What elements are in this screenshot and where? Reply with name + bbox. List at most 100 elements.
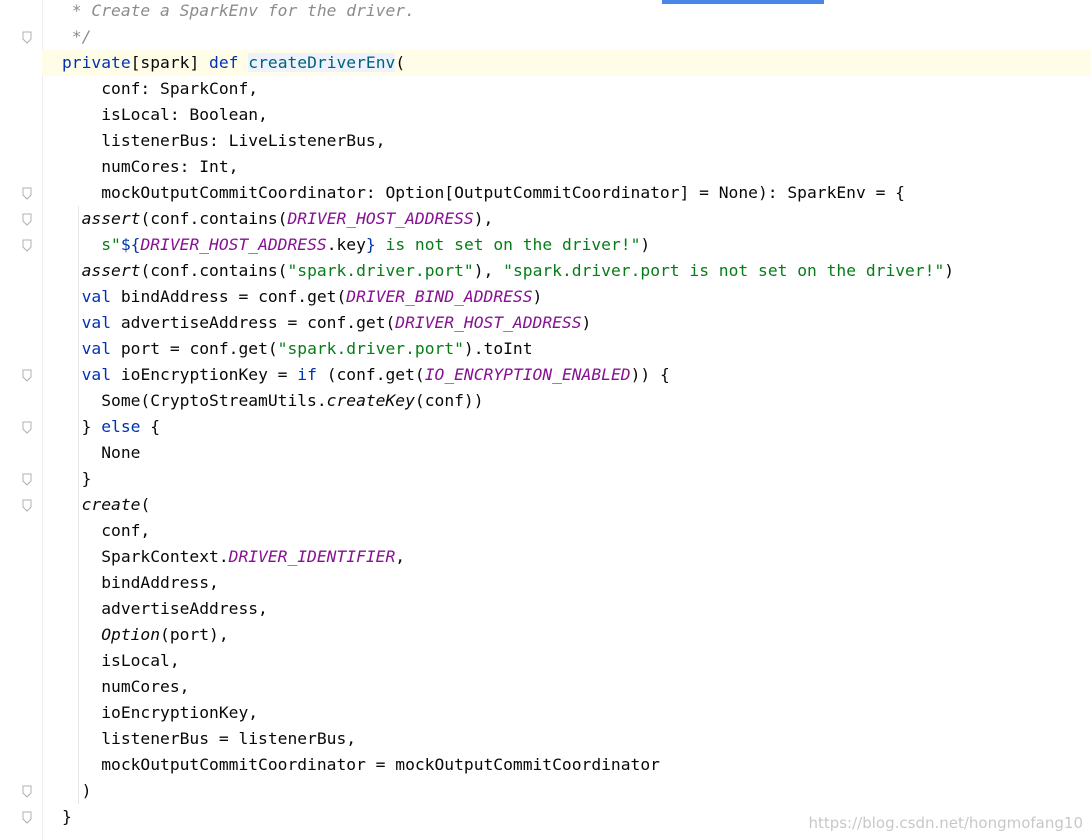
code-line[interactable]: */ <box>42 24 1091 50</box>
code-token: ) <box>640 235 651 254</box>
code-token: val <box>81 313 112 332</box>
code-line[interactable]: isLocal: Boolean, <box>42 102 1091 128</box>
code-line[interactable]: mockOutputCommitCoordinator: Option[Outp… <box>42 180 1091 206</box>
code-token: { <box>140 417 161 436</box>
code-line[interactable]: SparkContext.DRIVER_IDENTIFIER, <box>42 544 1091 570</box>
fold-marker-icon[interactable] <box>21 810 33 824</box>
code-token: (port), <box>160 625 229 644</box>
code-line[interactable]: Some(CryptoStreamUtils.createKey(conf)) <box>42 388 1091 414</box>
code-token: ) <box>532 287 543 306</box>
code-line[interactable]: ) <box>42 778 1091 804</box>
fold-marker-icon[interactable] <box>21 420 33 434</box>
fold-marker-icon[interactable] <box>21 784 33 798</box>
code-line[interactable]: create( <box>42 492 1091 518</box>
code-line[interactable]: s"${DRIVER_HOST_ADDRESS.key} is not set … <box>42 232 1091 258</box>
code-token: } <box>62 469 92 488</box>
code-line[interactable]: listenerBus = listenerBus, <box>42 726 1091 752</box>
code-token: "spark.driver.port" <box>287 261 474 280</box>
code-token: ) <box>581 313 592 332</box>
code-token: advertiseAddress = conf.get( <box>111 313 396 332</box>
code-token: isLocal, <box>62 651 180 670</box>
code-line[interactable]: conf: SparkConf, <box>42 76 1091 102</box>
watermark: https://blog.csdn.net/hongmofang10 <box>808 814 1083 832</box>
code-token: ${ <box>120 235 141 254</box>
code-token: def <box>209 53 239 72</box>
code-token: ).toInt <box>463 339 533 358</box>
code-token: ) <box>944 261 955 280</box>
code-token: None <box>62 443 141 462</box>
code-line[interactable]: isLocal, <box>42 648 1091 674</box>
code-token: create <box>81 495 141 514</box>
indent-guide <box>78 388 79 492</box>
code-token: listenerBus: LiveListenerBus, <box>62 131 386 150</box>
fold-marker-icon[interactable] <box>21 186 33 200</box>
code-token: ( <box>140 495 151 514</box>
code-token: assert <box>81 261 141 280</box>
code-token: } <box>365 235 376 254</box>
code-line[interactable]: advertiseAddress, <box>42 596 1091 622</box>
code-token: } <box>62 417 102 436</box>
code-line[interactable]: val bindAddress = conf.get(DRIVER_BIND_A… <box>42 284 1091 310</box>
code-token: createDriverEnv <box>248 53 396 72</box>
fold-marker-icon[interactable] <box>21 30 33 44</box>
code-token: [spark] <box>130 53 210 72</box>
code-token: if <box>297 365 317 384</box>
code-token: else <box>101 417 141 436</box>
code-line[interactable]: Option(port), <box>42 622 1091 648</box>
code-token: ), <box>473 209 494 228</box>
fold-marker-icon[interactable] <box>21 238 33 252</box>
code-line[interactable]: * Create a SparkEnv for the driver. <box>42 0 1091 24</box>
code-line[interactable]: listenerBus: LiveListenerBus, <box>42 128 1091 154</box>
code-line[interactable]: conf, <box>42 518 1091 544</box>
code-line[interactable]: val ioEncryptionKey = if (conf.get(IO_EN… <box>42 362 1091 388</box>
code-token: IO_ENCRYPTION_ENABLED <box>424 365 631 384</box>
code-token: .key <box>326 235 366 254</box>
code-line[interactable]: numCores: Int, <box>42 154 1091 180</box>
code-token: listenerBus = listenerBus, <box>62 729 357 748</box>
code-line[interactable]: val port = conf.get("spark.driver.port")… <box>42 336 1091 362</box>
code-token: DRIVER_HOST_ADDRESS <box>140 235 327 254</box>
code-line[interactable]: assert(conf.contains(DRIVER_HOST_ADDRESS… <box>42 206 1091 232</box>
code-line[interactable]: None <box>42 440 1091 466</box>
code-token: val <box>81 339 112 358</box>
fold-marker-icon[interactable] <box>21 368 33 382</box>
code-token: ), <box>473 261 504 280</box>
code-token: * Create a SparkEnv for the driver. <box>62 1 415 20</box>
code-token: "spark.driver.port" <box>277 339 464 358</box>
code-token: bindAddress = conf.get( <box>111 287 347 306</box>
code-line[interactable]: ioEncryptionKey, <box>42 700 1091 726</box>
code-token: conf, <box>62 521 151 540</box>
code-token: (conf.contains( <box>140 261 288 280</box>
indent-guide <box>78 206 79 804</box>
code-token: (conf.get( <box>316 365 425 384</box>
code-token: isLocal: Boolean, <box>62 105 268 124</box>
code-token: is not set on the driver!" <box>375 235 641 254</box>
code-token: */ <box>62 27 92 46</box>
fold-marker-icon[interactable] <box>21 212 33 226</box>
fold-marker-icon[interactable] <box>21 472 33 486</box>
code-token: val <box>81 365 112 384</box>
code-token: ioEncryptionKey, <box>62 703 259 722</box>
code-token: ) <box>62 781 92 800</box>
code-line[interactable]: mockOutputCommitCoordinator = mockOutput… <box>42 752 1091 778</box>
code-line[interactable]: val advertiseAddress = conf.get(DRIVER_H… <box>42 310 1091 336</box>
code-line[interactable]: assert(conf.contains("spark.driver.port"… <box>42 258 1091 284</box>
code-token: , <box>395 547 406 566</box>
code-line[interactable]: numCores, <box>42 674 1091 700</box>
code-token: DRIVER_BIND_ADDRESS <box>346 287 533 306</box>
code-token: port = conf.get( <box>111 339 278 358</box>
code-token: (conf.contains( <box>140 209 288 228</box>
code-token: "spark.driver.port is not set on the dri… <box>503 261 945 280</box>
fold-marker-icon[interactable] <box>21 498 33 512</box>
code-line[interactable]: } <box>42 466 1091 492</box>
code-token: DRIVER_HOST_ADDRESS <box>287 209 474 228</box>
code-line[interactable]: } else { <box>42 414 1091 440</box>
code-token: val <box>81 287 112 306</box>
code-token: numCores, <box>62 677 190 696</box>
code-token: (conf)) <box>414 391 484 410</box>
code-token: createKey <box>326 391 415 410</box>
code-line[interactable]: bindAddress, <box>42 570 1091 596</box>
code-line[interactable]: private[spark] def createDriverEnv( <box>42 50 1091 76</box>
